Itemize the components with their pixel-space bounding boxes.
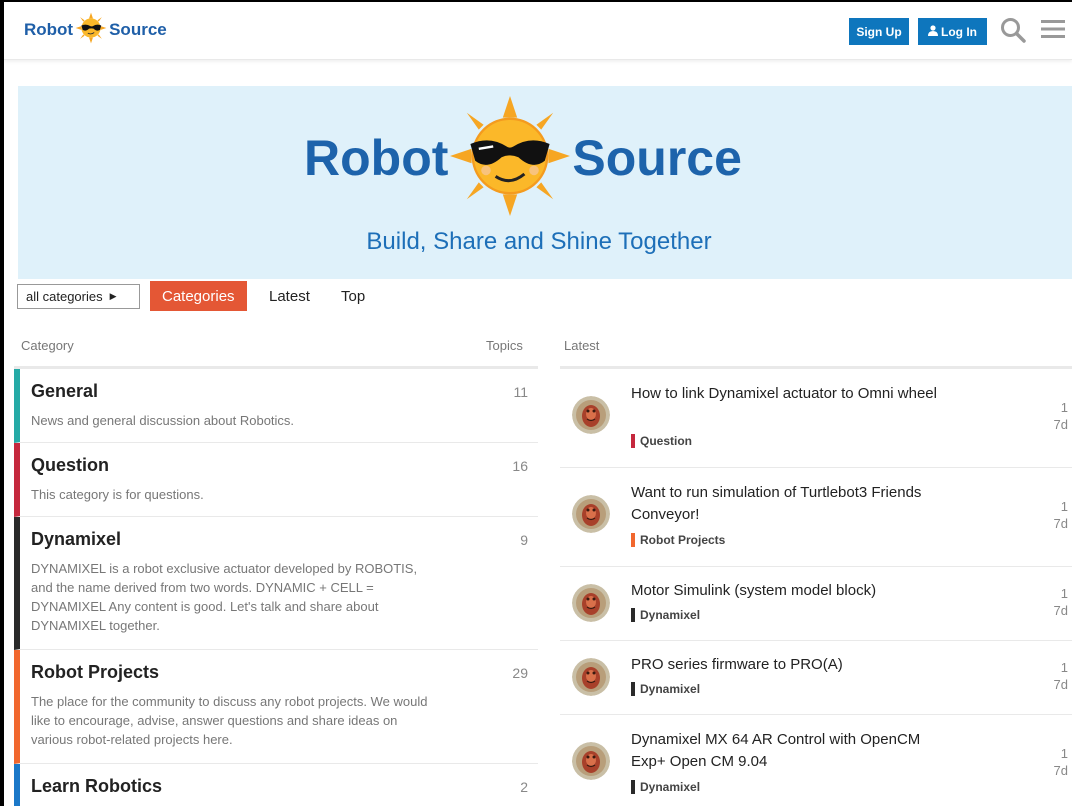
avatar[interactable] [572,742,610,780]
banner-logo: Robot Source [304,95,742,221]
avatar[interactable] [572,658,610,696]
site-header: Robot Source Sign Up Log In [4,2,1072,60]
topic-category-badge[interactable]: Dynamixel [631,682,700,696]
topic-row[interactable]: How to link Dynamixel actuator to Omni w… [560,369,1072,468]
category-row-general[interactable]: General News and general discussion abou… [14,369,538,443]
category-name[interactable]: Dynamixel [31,529,121,550]
topic-stats: 1 7d [1054,659,1068,693]
tab-latest[interactable]: Latest [257,281,322,311]
topic-age[interactable]: 7d [1054,602,1068,619]
category-row-question[interactable]: Question This category is for questions.… [14,443,538,517]
topic-replies: 1 [1060,499,1068,514]
category-color-swatch [631,533,635,547]
category-description: DYNAMIXEL is a robot exclusive actuator … [31,561,418,633]
banner-tagline: Build, Share and Shine Together [366,228,712,255]
category-color-swatch [631,434,635,448]
category-name[interactable]: General [31,381,98,402]
topic-category-badge[interactable]: Question [631,434,692,448]
category-topic-count: 2 [520,779,528,795]
category-description: The place for the community to discuss a… [31,694,428,747]
sun-with-sunglasses-icon [450,95,571,221]
topic-replies: 1 [1060,660,1068,675]
log-in-label: Log In [941,24,977,39]
log-in-button[interactable]: Log In [918,18,987,45]
topic-stats: 1 7d [1054,399,1068,433]
search-icon[interactable] [1000,17,1026,48]
all-categories-dropdown[interactable]: all categories ▶ [17,284,140,309]
site-logo[interactable]: Robot Source [24,10,167,50]
category-description: News and general discussion about Roboti… [31,413,295,428]
topic-replies: 1 [1060,586,1068,601]
topic-row[interactable]: Motor Simulink (system model block) Dyna… [560,567,1072,641]
all-categories-label: all categories [26,289,103,304]
tab-categories[interactable]: Categories [150,281,247,311]
topic-category-label: Question [640,434,693,448]
category-color-swatch [631,682,635,696]
topic-row[interactable]: Dynamixel MX 64 AR Control with OpenCM E… [560,715,1072,806]
category-name[interactable]: Learn Robotics [31,776,162,797]
banner-logo-text-source: Source [572,130,742,186]
topic-category-label: Dynamixel [640,682,701,696]
topic-title[interactable]: PRO series firmware to PRO(A) [631,654,941,676]
category-name[interactable]: Robot Projects [31,662,159,683]
topic-age[interactable]: 7d [1054,762,1068,779]
topic-stats: 1 7d [1054,745,1068,779]
hamburger-menu-icon[interactable] [1041,17,1065,46]
tab-top[interactable]: Top [329,281,377,311]
topic-replies: 1 [1060,746,1068,761]
column-header-latest: Latest [564,338,600,353]
topic-stats: 1 7d [1054,585,1068,619]
avatar[interactable] [572,396,610,434]
topic-row[interactable]: Want to run simulation of Turtlebot3 Fri… [560,468,1072,567]
topic-category-label: Robot Projects [640,533,726,547]
category-color-swatch [631,608,635,622]
category-color-swatch [631,780,635,794]
topic-row[interactable]: PRO series firmware to PRO(A) Dynamixel … [560,641,1072,715]
category-topic-count: 16 [512,458,528,474]
logo-text-robot: Robot [24,20,74,39]
banner-logo-text-robot: Robot [304,130,449,186]
topic-category-badge[interactable]: Dynamixel [631,608,700,622]
topic-age[interactable]: 7d [1054,416,1068,433]
topic-age[interactable]: 7d [1054,515,1068,532]
logo-text-source: Source [109,20,167,39]
topic-age[interactable]: 7d [1054,676,1068,693]
topic-title[interactable]: How to link Dynamixel actuator to Omni w… [631,383,941,405]
avatar[interactable] [572,495,610,533]
sign-up-button[interactable]: Sign Up [849,18,909,45]
page: Robot Source Sign Up Log In Robot Source… [4,2,1072,806]
topic-replies: 1 [1060,400,1068,415]
topic-category-badge[interactable]: Robot Projects [631,533,725,547]
category-topic-count: 11 [513,384,528,400]
topic-title[interactable]: Dynamixel MX 64 AR Control with OpenCM E… [631,729,941,773]
category-topic-count: 9 [520,532,528,548]
topic-category-label: Dynamixel [640,780,701,794]
column-header-category: Category [21,338,74,353]
column-header-topics: Topics [486,338,523,353]
category-row-learn-robotics[interactable]: Learn Robotics 2 [14,764,538,806]
category-topic-count: 29 [512,665,528,681]
category-name[interactable]: Question [31,455,109,476]
topic-category-label: Dynamixel [640,608,701,622]
avatar[interactable] [572,584,610,622]
category-row-robot-projects[interactable]: Robot Projects The place for the communi… [14,650,538,764]
category-row-dynamixel[interactable]: Dynamixel DYNAMIXEL is a robot exclusive… [14,517,538,650]
caret-right-icon: ▶ [109,291,117,301]
banner: Robot Source Build, Share and Shine Toge… [18,86,1072,279]
category-description: This category is for questions. [31,487,204,502]
topic-stats: 1 7d [1054,498,1068,532]
topic-category-badge[interactable]: Dynamixel [631,780,700,794]
topic-title[interactable]: Motor Simulink (system model block) [631,580,941,602]
sun-logo-icon [75,12,107,49]
user-icon [928,24,938,39]
topic-title[interactable]: Want to run simulation of Turtlebot3 Fri… [631,482,941,526]
